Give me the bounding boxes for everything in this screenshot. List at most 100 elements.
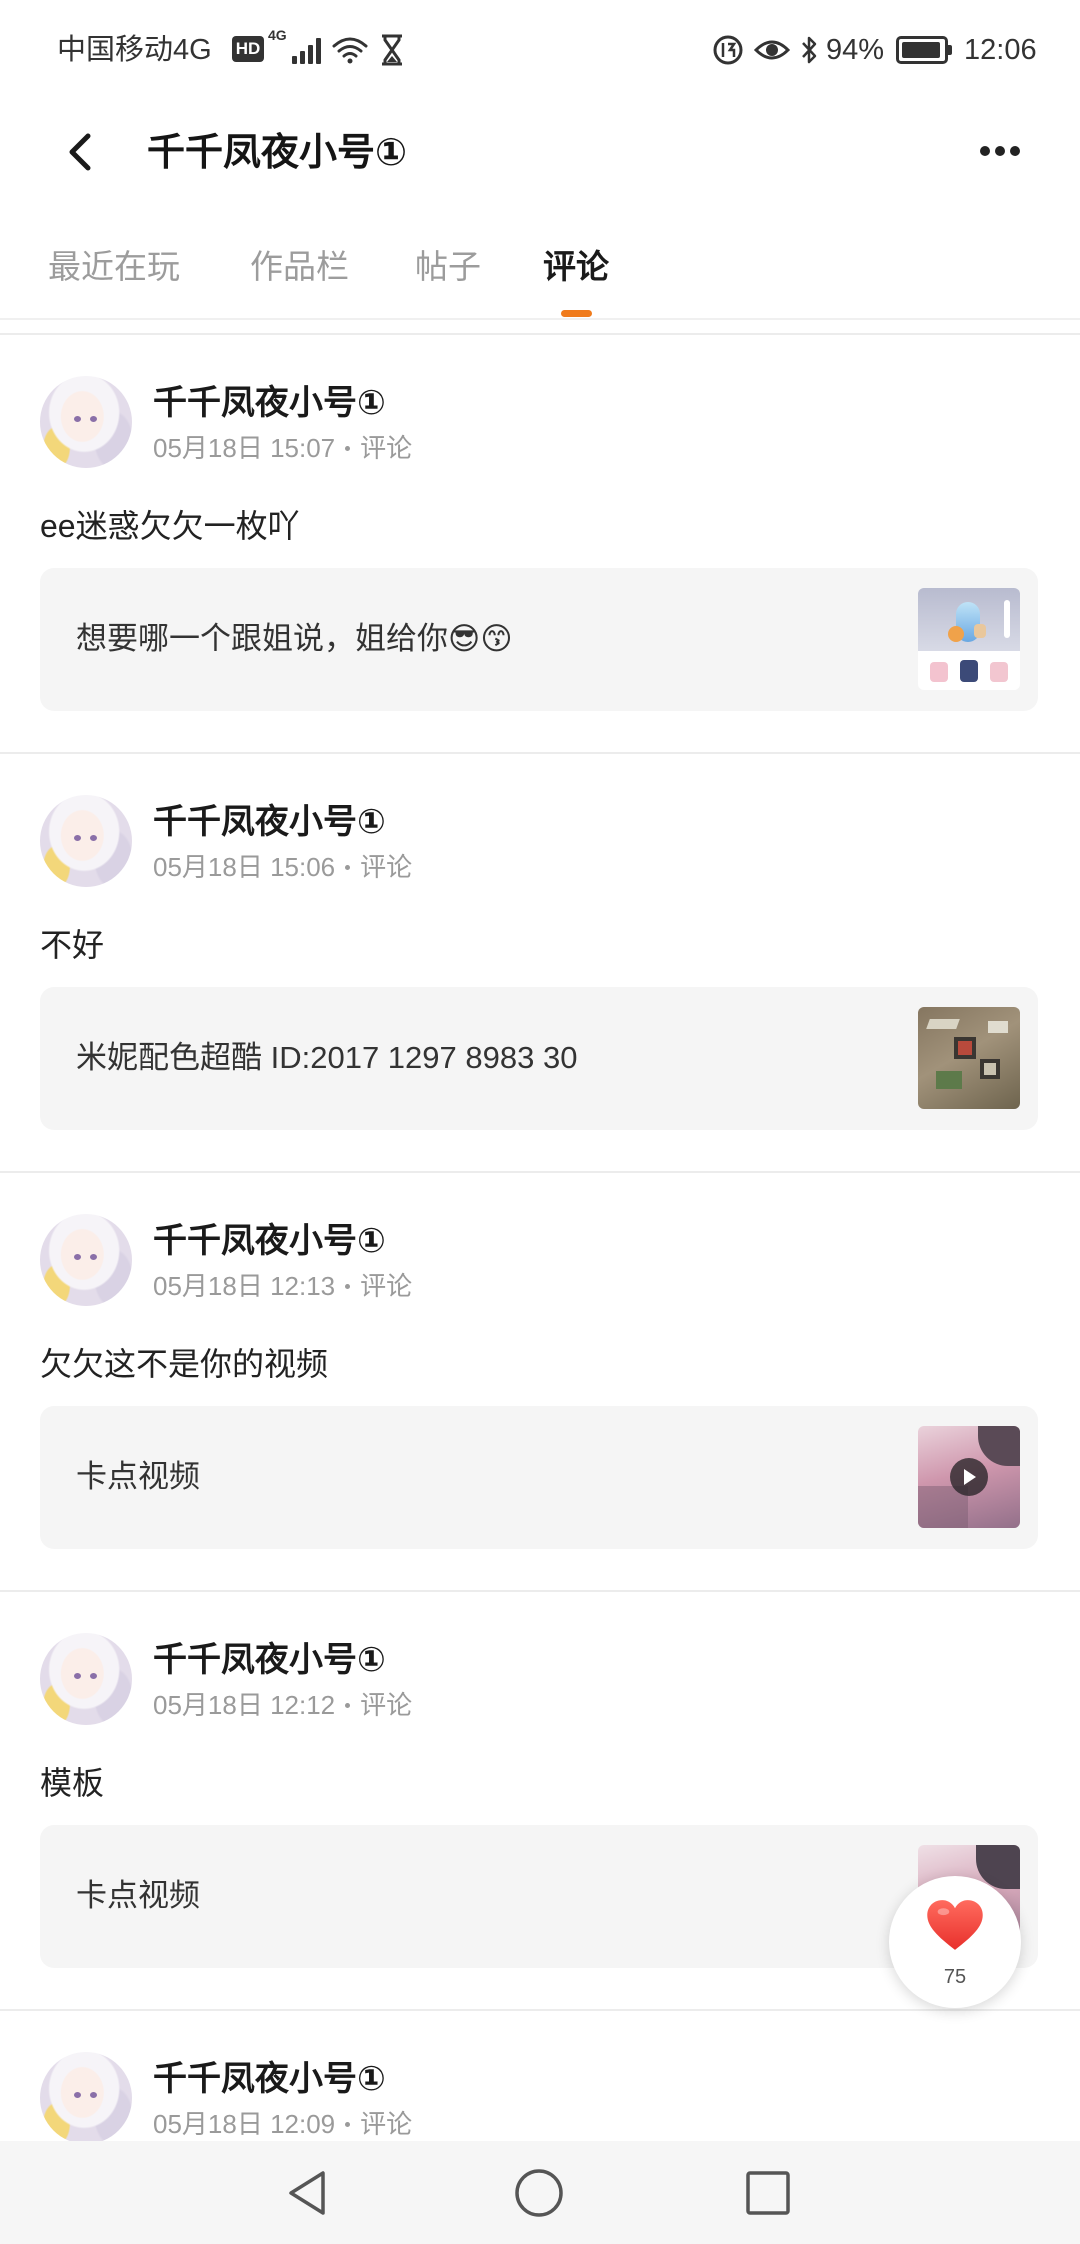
comment-time: 05月18日 12:12 [153, 1690, 336, 1720]
avatar[interactable] [40, 2052, 132, 2141]
like-count: 75 [943, 1966, 967, 1988]
play-icon[interactable] [950, 1458, 988, 1496]
comment-text: 模板 [40, 1765, 105, 1801]
quoted-text: 卡点视频 [76, 1878, 200, 1913]
comment-meta: 05月18日 12:13 评论 [153, 1270, 412, 1302]
comment-card[interactable]: 千千凤夜小号① 05月18日 12:09 评论 [0, 2011, 1080, 2141]
comment-meta: 05月18日 15:07 评论 [153, 432, 412, 464]
author-name[interactable]: 千千凤夜小号① [153, 1220, 386, 1262]
author-name[interactable]: 千千凤夜小号① [153, 382, 386, 424]
clock-label: 12:06 [964, 34, 1037, 66]
page-title: 千千凤夜小号① [147, 132, 408, 174]
meta-separator-dot [345, 1702, 351, 1708]
meta-separator-dot [345, 445, 351, 451]
avatar-detail [90, 1254, 97, 1260]
avatar-detail [90, 2092, 97, 2098]
thumbnail-shape [984, 1063, 996, 1075]
avatar[interactable] [40, 1633, 132, 1725]
signal-bar [292, 56, 297, 64]
thumbnail-shape [1004, 600, 1010, 638]
like-button[interactable]: 75 [889, 1876, 1021, 2008]
system-nav-bar [0, 2141, 1080, 2244]
meta-separator-dot [345, 1283, 351, 1289]
meta-separator-dot [345, 864, 351, 870]
comment-type: 评论 [360, 1690, 413, 1720]
signal-bar [316, 38, 321, 64]
comment-text: ee迷惑欠欠一枚吖 [40, 508, 300, 544]
header-bar: 千千凤夜小号① [0, 100, 1080, 210]
thumbnail-shape [930, 662, 948, 682]
comment-time: 05月18日 12:09 [153, 2109, 336, 2139]
tab-comments[interactable]: 评论 [543, 244, 609, 290]
content-thumbnail[interactable] [918, 588, 1020, 690]
battery-fill [902, 42, 940, 58]
more-dots-icon[interactable] [974, 136, 1024, 166]
more-dot [980, 146, 990, 156]
home-circle-icon[interactable] [511, 2165, 567, 2221]
quoted-text: 想要哪一个跟姐说，姐给你😎😙 [76, 621, 513, 656]
quoted-content-box[interactable]: 卡点视频 [40, 1406, 1038, 1549]
tab-bar: 最近在玩 作品栏 帖子 评论 [0, 238, 1080, 320]
status-bar: 中国移动4G HD 4G 94% 12:06 [0, 0, 1080, 100]
quoted-text: 卡点视频 [76, 1459, 200, 1494]
comment-card[interactable]: 千千凤夜小号① 05月18日 15:06 评论 不好 米妮配色超酷 ID:201… [0, 754, 1080, 1173]
active-tab-indicator [561, 310, 592, 317]
avatar[interactable] [40, 795, 132, 887]
comment-type: 评论 [360, 433, 413, 463]
quoted-text: 米妮配色超酷 ID:2017 1297 8983 30 [76, 1040, 578, 1075]
quoted-content-box[interactable]: 想要哪一个跟姐说，姐给你😎😙 [40, 568, 1038, 711]
carrier-label: 中国移动4G [57, 34, 212, 66]
back-triangle-icon[interactable] [281, 2165, 337, 2221]
thumbnail-shape [988, 1021, 1008, 1033]
tab-recently-played[interactable]: 最近在玩 [48, 244, 180, 290]
comment-card[interactable]: 千千凤夜小号① 05月18日 12:13 评论 欠欠这不是你的视频 卡点视频 [0, 1173, 1080, 1592]
thumbnail-shape [974, 624, 986, 638]
more-dot [995, 146, 1005, 156]
heart-icon [927, 1900, 983, 1950]
avatar[interactable] [40, 1214, 132, 1306]
avatar[interactable] [40, 376, 132, 468]
avatar-detail [90, 835, 97, 841]
avatar-detail [74, 1673, 81, 1679]
comment-type: 评论 [360, 2109, 413, 2139]
author-name[interactable]: 千千凤夜小号① [153, 1639, 386, 1681]
comment-time: 05月18日 15:07 [153, 433, 336, 463]
tab-works[interactable]: 作品栏 [250, 244, 349, 290]
bluetooth-icon [802, 36, 817, 64]
comment-card[interactable]: 千千凤夜小号① 05月18日 15:07 评论 ee迷惑欠欠一枚吖 想要哪一个跟… [0, 335, 1080, 754]
thumbnail-shape [936, 1071, 962, 1089]
author-name[interactable]: 千千凤夜小号① [153, 801, 386, 843]
thumbnail-shape [926, 1019, 960, 1029]
comment-text: 欠欠这不是你的视频 [40, 1346, 329, 1382]
tab-posts[interactable]: 帖子 [415, 244, 481, 290]
thumbnail-shape [990, 662, 1008, 682]
avatar-detail [90, 1673, 97, 1679]
thumbnail-shape [960, 660, 978, 682]
comment-type: 评论 [360, 852, 413, 882]
avatar-detail [74, 416, 81, 422]
battery-body [896, 36, 948, 64]
back-arrow-icon[interactable] [60, 128, 100, 176]
meta-separator-dot [345, 2121, 351, 2127]
avatar-detail [90, 416, 97, 422]
author-name[interactable]: 千千凤夜小号① [153, 2058, 386, 2100]
thumbnail-shape [958, 1041, 972, 1055]
signal-bar [308, 45, 313, 64]
signal-bar [300, 51, 305, 64]
comment-meta: 05月18日 12:12 评论 [153, 1689, 412, 1721]
avatar-detail [74, 2092, 81, 2098]
signal-icon [292, 36, 324, 64]
eye-icon [754, 40, 790, 60]
hd-badge: HD [232, 36, 264, 62]
quoted-content-box[interactable]: 米妮配色超酷 ID:2017 1297 8983 30 [40, 987, 1038, 1130]
content-thumbnail[interactable] [918, 1007, 1020, 1109]
battery-tip [948, 45, 952, 55]
wifi-icon [332, 37, 368, 64]
hourglass-icon [382, 34, 402, 66]
comment-meta: 05月18日 12:09 评论 [153, 2108, 412, 2140]
video-thumbnail[interactable] [918, 1426, 1020, 1528]
thumbnail-shape [978, 1426, 1020, 1466]
comment-meta: 05月18日 15:06 评论 [153, 851, 412, 883]
comment-time: 05月18日 15:06 [153, 852, 336, 882]
recents-square-icon[interactable] [740, 2165, 796, 2221]
